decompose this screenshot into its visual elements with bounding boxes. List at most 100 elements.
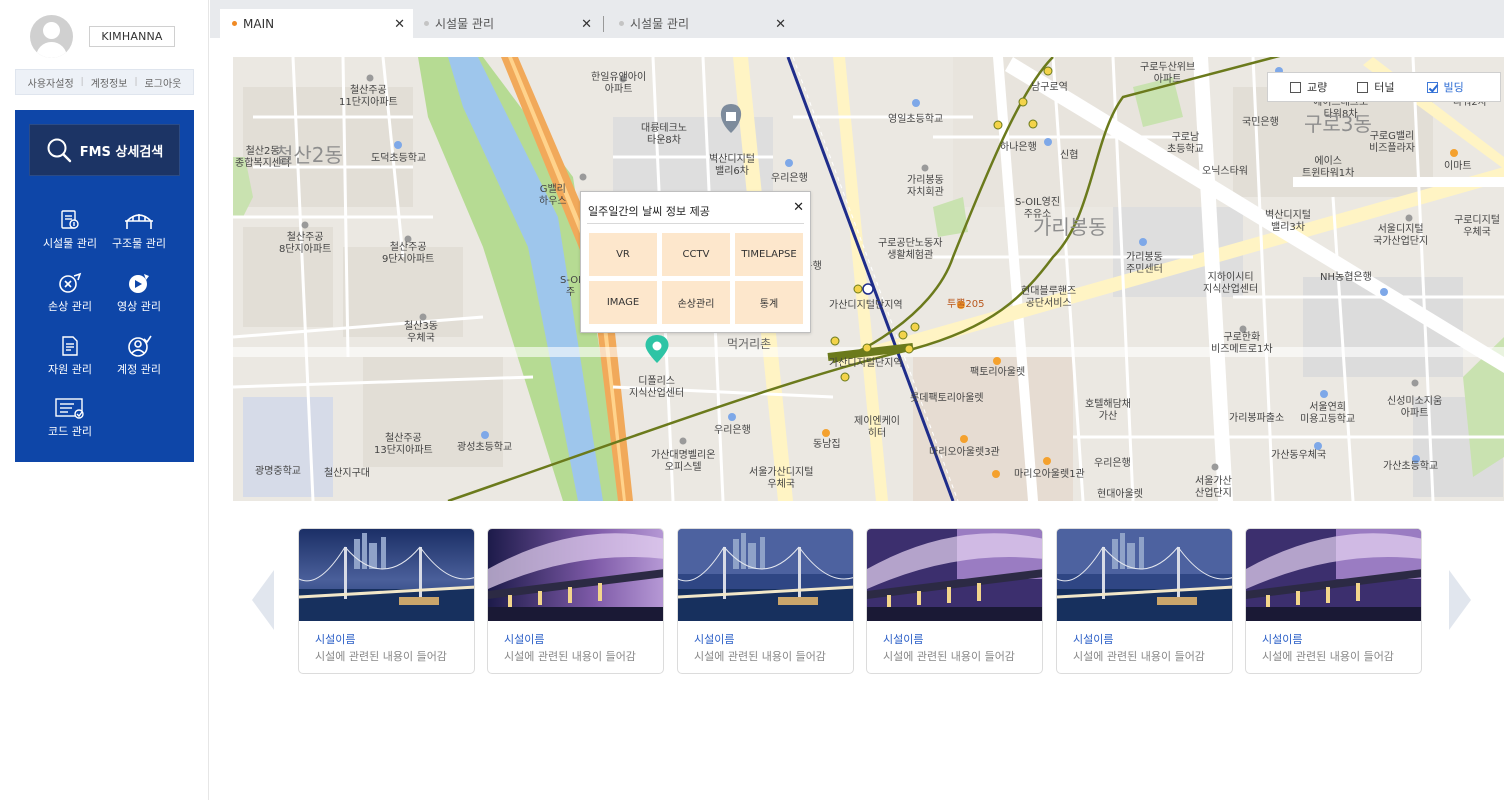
map-label: 구로두산위브 아파트	[1140, 62, 1196, 85]
district-label: 철산2동	[275, 143, 343, 167]
map-label: G밸리 하우스	[539, 184, 567, 207]
filter-tunnel[interactable]: 터널	[1357, 79, 1395, 95]
map-label: 철산지구대	[324, 468, 370, 479]
tab-facility-2-close-icon[interactable]: ✕	[775, 17, 786, 32]
map-label: 동남집	[813, 439, 841, 450]
menu-resource-label: 자원 관리	[48, 363, 92, 376]
menu-code-label: 코드 관리	[48, 425, 92, 438]
image-button[interactable]: IMAGE	[589, 281, 657, 324]
map-label: 하나은행	[1000, 142, 1037, 153]
card-title: 시설이름	[504, 633, 545, 646]
cctv-button[interactable]: CCTV	[662, 233, 730, 276]
map-label: 남구로역	[1031, 82, 1068, 93]
map-label: 오닉스타워	[1202, 166, 1248, 177]
menu-structure-label: 구조물 관리	[111, 237, 167, 250]
facility-card[interactable]: 시설이름 시설에 관련된 내용이 들어감	[1245, 528, 1422, 674]
bridge-photo	[678, 529, 853, 621]
facility-filter-bar: 교량 터널 빌딩	[1267, 72, 1501, 102]
facility-card[interactable]: 시설이름 시설에 관련된 내용이 들어감	[487, 528, 664, 674]
card-description: 시설에 관련된 내용이 들어감	[883, 650, 1015, 663]
menu-damage-label: 손상 관리	[48, 300, 92, 313]
user-settings-link[interactable]: 사용자설정	[28, 75, 74, 90]
account-info-link[interactable]: 계정정보	[91, 75, 128, 90]
map-label: 가리봉동 자치회관	[907, 175, 944, 198]
map-label: 한일유앤아이 아파트	[591, 72, 647, 95]
map-label: 영일초등학교	[888, 114, 944, 125]
map-label: 벽산디지털 밸리6차	[709, 154, 755, 177]
carousel-next-arrow-icon[interactable]	[1447, 570, 1471, 630]
map-label: S-OI 주	[560, 275, 582, 298]
carousel-prev-arrow-icon[interactable]	[252, 570, 276, 630]
tab-main-close-icon[interactable]: ✕	[394, 17, 405, 32]
map-label: 가산디지털단지역	[829, 358, 903, 369]
map-label: 벽산디지털 밸리3차	[1265, 210, 1311, 233]
active-dot-icon	[232, 21, 237, 26]
vr-button[interactable]: VR	[589, 233, 657, 276]
tab-facility-1-close-icon[interactable]: ✕	[581, 17, 592, 32]
menu-video[interactable]: 영상 관리	[101, 268, 177, 314]
video-icon	[101, 268, 177, 294]
menu-damage[interactable]: 손상 관리	[32, 268, 108, 314]
map-label: 호텔해담채 가산	[1085, 399, 1131, 422]
avatar[interactable]	[30, 15, 73, 58]
map-label: 서울가산 산업단지	[1195, 476, 1232, 499]
structure-icon	[101, 205, 177, 231]
tab-facility-2[interactable]: 시설물 관리 ✕	[612, 9, 794, 38]
map-label: 구로공단노동자 생활체험관	[878, 238, 943, 261]
menu-facility-label: 시설물 관리	[42, 237, 98, 250]
tab-facility-2-label: 시설물 관리	[630, 17, 690, 31]
facility-card[interactable]: 시설이름 시설에 관련된 내용이 들어감	[1056, 528, 1233, 674]
map-label: 지하이시티 지식산업센터	[1203, 272, 1259, 295]
main-menu: FMS 상세검색 시설물 관리 구조물 관리 손상 관리 영상 관리 자원 관리…	[15, 110, 194, 462]
bridge-photo	[299, 529, 474, 621]
facility-card[interactable]: 시설이름 시설에 관련된 내용이 들어감	[298, 528, 475, 674]
tunnel-checkbox[interactable]	[1357, 81, 1369, 93]
bridge-checkbox[interactable]	[1290, 81, 1301, 93]
facility-card[interactable]: 시설이름 시설에 관련된 내용이 들어감	[866, 528, 1043, 674]
map-label: 구로G밸리 비즈플라자	[1369, 131, 1415, 154]
logout-link[interactable]: 로그아웃	[145, 75, 182, 90]
building-checkbox[interactable]	[1426, 81, 1438, 93]
menu-account[interactable]: 계정 관리	[101, 331, 177, 377]
card-title: 시설이름	[694, 633, 735, 646]
map-label: 철산주공 9단지아파트	[382, 242, 435, 265]
map-label: 가리봉동 주민센터	[1126, 252, 1163, 275]
filter-bridge[interactable]: 교량	[1290, 79, 1327, 95]
map-label: 디폴리스 지식산업센터	[629, 376, 685, 399]
tab-dot-icon	[424, 21, 429, 26]
damage-management-button[interactable]: 손상관리	[662, 281, 730, 324]
tab-facility-1[interactable]: 시설물 관리 ✕	[417, 9, 600, 38]
map-view[interactable]: 철산주공 11단지아파트 철산2동 종합복지센터 도덕초등학교 철산주공 8단지아파트…	[233, 57, 1504, 501]
card-title: 시설이름	[1262, 633, 1303, 646]
statistics-button[interactable]: 통계	[735, 281, 803, 324]
map-label: 도덕초등학교	[371, 153, 427, 164]
bridge-photo	[1057, 529, 1232, 621]
tab-divider	[603, 16, 604, 32]
menu-structure[interactable]: 구조물 관리	[101, 205, 177, 251]
filter-building[interactable]: 빌딩	[1426, 79, 1464, 95]
menu-facility[interactable]: 시설물 관리	[32, 205, 108, 251]
map-label: 국민은행	[1242, 117, 1279, 128]
fms-detail-search-button[interactable]: FMS 상세검색	[29, 124, 180, 176]
map-label: 광명중학교	[255, 466, 301, 477]
tab-main-label: MAIN	[243, 16, 275, 31]
map-label: 철산주공 13단지아파트	[374, 433, 433, 456]
map-label: 마리오아울렛1관	[1014, 469, 1085, 480]
menu-code[interactable]: 코드 관리	[32, 393, 108, 439]
map-label: 철산3동 우체국	[404, 321, 438, 344]
map-label: 투뿔205	[947, 299, 985, 310]
map-label: 구로디지털 우체국	[1454, 215, 1500, 238]
facility-icon	[32, 205, 108, 231]
card-title: 시설이름	[1073, 633, 1114, 646]
popup-divider	[587, 223, 804, 224]
map-label: 신협	[1060, 150, 1079, 161]
tab-dot-icon	[619, 21, 624, 26]
timelapse-button[interactable]: TIMELAPSE	[735, 233, 803, 276]
location-pin-icon[interactable]	[641, 333, 673, 369]
resource-icon	[32, 331, 108, 357]
tab-main[interactable]: MAIN ✕	[220, 9, 413, 38]
map-label: 제이엔케이 히터	[854, 416, 900, 439]
facility-card[interactable]: 시설이름 시설에 관련된 내용이 들어감	[677, 528, 854, 674]
popup-close-icon[interactable]: ✕	[793, 200, 804, 215]
menu-resource[interactable]: 자원 관리	[32, 331, 108, 377]
